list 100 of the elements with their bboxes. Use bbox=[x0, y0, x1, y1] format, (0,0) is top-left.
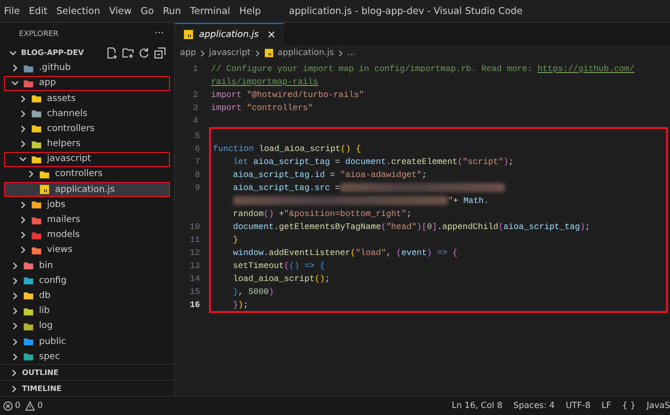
tree-item[interactable]: public bbox=[4, 334, 170, 350]
chevron-icon bbox=[9, 384, 19, 394]
menu-item[interactable]: File bbox=[4, 6, 20, 16]
line-number: 16 bbox=[188, 300, 201, 310]
chevron-right-icon bbox=[18, 94, 28, 104]
breadcrumb-item[interactable]: app bbox=[180, 48, 196, 58]
collapse-all-icon[interactable] bbox=[154, 46, 166, 59]
refresh-icon[interactable] bbox=[138, 46, 150, 59]
chevron-right-icon bbox=[18, 230, 28, 240]
code-text: window.addEventListener("load", (event) => { bbox=[233, 248, 458, 258]
chevron-right-icon bbox=[10, 306, 20, 316]
menu-item[interactable]: Edit bbox=[28, 6, 48, 16]
chevron-right-icon bbox=[198, 48, 207, 58]
tree-item[interactable]: helpers bbox=[4, 136, 170, 152]
breadcrumb-item[interactable]: ... bbox=[346, 48, 355, 58]
line-number: 6 bbox=[194, 144, 201, 154]
tree-item[interactable]: db bbox=[4, 288, 170, 304]
chevron-right-icon bbox=[10, 260, 20, 271]
line-number: 1 bbox=[192, 64, 199, 74]
line-number: 2 bbox=[192, 90, 199, 100]
line-number: 12 bbox=[188, 248, 201, 258]
line-number: 9 bbox=[194, 182, 201, 192]
new-folder-icon[interactable] bbox=[122, 46, 134, 59]
tree-item[interactable]: config bbox=[4, 273, 170, 288]
close-icon[interactable] bbox=[266, 30, 276, 39]
menu-item[interactable]: Help bbox=[239, 6, 261, 16]
status-item[interactable]: LF bbox=[601, 401, 612, 411]
breadcrumb-item[interactable]: javascript bbox=[209, 48, 250, 58]
chevron-right-icon bbox=[10, 276, 20, 286]
code-text: }, 5000) bbox=[233, 286, 274, 296]
code-text: import "@hotwired/turbo-rails" bbox=[211, 90, 364, 100]
tree-item[interactable]: jobs bbox=[4, 197, 170, 212]
tree-item[interactable]: lib bbox=[4, 304, 170, 319]
line-number: 13 bbox=[188, 260, 201, 270]
warning-count[interactable]: 0 bbox=[37, 401, 43, 411]
tree-item[interactable]: log bbox=[4, 318, 170, 334]
status-item[interactable]: Spaces: 4 bbox=[513, 401, 555, 411]
code-text: setTimeout(() => { bbox=[233, 260, 325, 270]
error-icon[interactable] bbox=[3, 401, 13, 411]
more-actions-button[interactable]: ··· bbox=[154, 28, 164, 40]
status-item[interactable]: UTF-8 bbox=[566, 401, 590, 411]
chevron-right-icon bbox=[18, 245, 28, 256]
menu-item[interactable]: Go bbox=[140, 6, 154, 16]
code-text: "+ Math. bbox=[448, 196, 489, 206]
tree-item[interactable]: .github bbox=[4, 60, 170, 76]
status-item[interactable]: JavaS bbox=[646, 401, 670, 411]
line-number: 3 bbox=[192, 102, 199, 112]
code-text: }); bbox=[233, 300, 248, 310]
code-text: document.getElementsByTagName("head")[0].appendChild(aioa_script_tag); bbox=[233, 222, 590, 232]
tree-item[interactable]: app bbox=[4, 76, 170, 91]
menu-item[interactable]: View bbox=[109, 6, 132, 16]
error-count[interactable]: 0 bbox=[15, 401, 20, 411]
warning-icon[interactable] bbox=[25, 401, 36, 411]
chevron-right-icon bbox=[10, 290, 20, 301]
code-text: aioa_script_tag.src = bbox=[233, 182, 340, 192]
tree-item[interactable]: views bbox=[4, 242, 170, 258]
js-file-icon bbox=[183, 29, 194, 40]
chevron-right-icon bbox=[10, 352, 20, 362]
menu-item[interactable]: Terminal bbox=[190, 6, 230, 16]
code-text: rails/importmap-rails bbox=[211, 76, 318, 86]
js-file-icon bbox=[40, 185, 50, 194]
tree-item[interactable]: assets bbox=[4, 90, 170, 106]
code-text: // Configure your import map in config/importmap.rb. Read more: https://github.com/ bbox=[211, 64, 634, 74]
tree-item[interactable]: models bbox=[4, 228, 170, 243]
code-text: random() +"&position=bottom_right"; bbox=[233, 208, 412, 218]
new-file-icon[interactable] bbox=[106, 46, 118, 59]
tree-item[interactable]: application.js bbox=[4, 182, 170, 198]
editor-tab[interactable]: application.js bbox=[175, 23, 284, 45]
code-text: let aioa_script_tag = document.createElement("script"); bbox=[233, 156, 514, 166]
chevron-right-icon bbox=[18, 124, 28, 134]
chevron-right-icon bbox=[10, 321, 20, 332]
tree-item[interactable]: spec bbox=[4, 349, 170, 364]
menu-item[interactable]: Selection bbox=[56, 6, 100, 16]
status-item[interactable]: { } bbox=[622, 401, 636, 411]
chevron-icon bbox=[9, 368, 19, 378]
tree-item[interactable]: javascript bbox=[4, 152, 170, 167]
code-text: aioa_script_tag.id = "aioa-adawidget"; bbox=[233, 170, 427, 180]
line-number: 14 bbox=[188, 274, 201, 284]
line-number: 4 bbox=[192, 116, 199, 126]
code-text: load_aioa_script(); bbox=[233, 274, 330, 284]
chevron-right-icon bbox=[18, 215, 28, 226]
tree-item[interactable]: controllers bbox=[4, 121, 170, 137]
chevron-right-icon bbox=[10, 63, 20, 74]
tree-item[interactable]: mailers bbox=[4, 212, 170, 228]
line-number: 8 bbox=[194, 170, 201, 180]
menu-item[interactable]: Run bbox=[162, 6, 182, 16]
line-number: 5 bbox=[194, 130, 201, 140]
status-item[interactable]: Ln 16, Col 8 bbox=[452, 401, 502, 411]
tree-item[interactable]: channels bbox=[4, 106, 170, 122]
chevron-right-icon bbox=[18, 108, 28, 119]
chevron-right-icon bbox=[18, 139, 28, 150]
tree-item[interactable]: controllers bbox=[4, 166, 170, 182]
chevron-right-icon bbox=[10, 336, 20, 347]
code-text: } bbox=[233, 234, 238, 244]
breadcrumb-item[interactable]: application.js bbox=[278, 48, 334, 58]
line-number: 11 bbox=[188, 234, 201, 244]
tree-item[interactable]: bin bbox=[4, 258, 170, 274]
chevron-right-icon bbox=[26, 169, 36, 180]
code-text: import "controllers" bbox=[211, 102, 314, 112]
code-text: function load_aioa_script() { bbox=[213, 144, 361, 154]
